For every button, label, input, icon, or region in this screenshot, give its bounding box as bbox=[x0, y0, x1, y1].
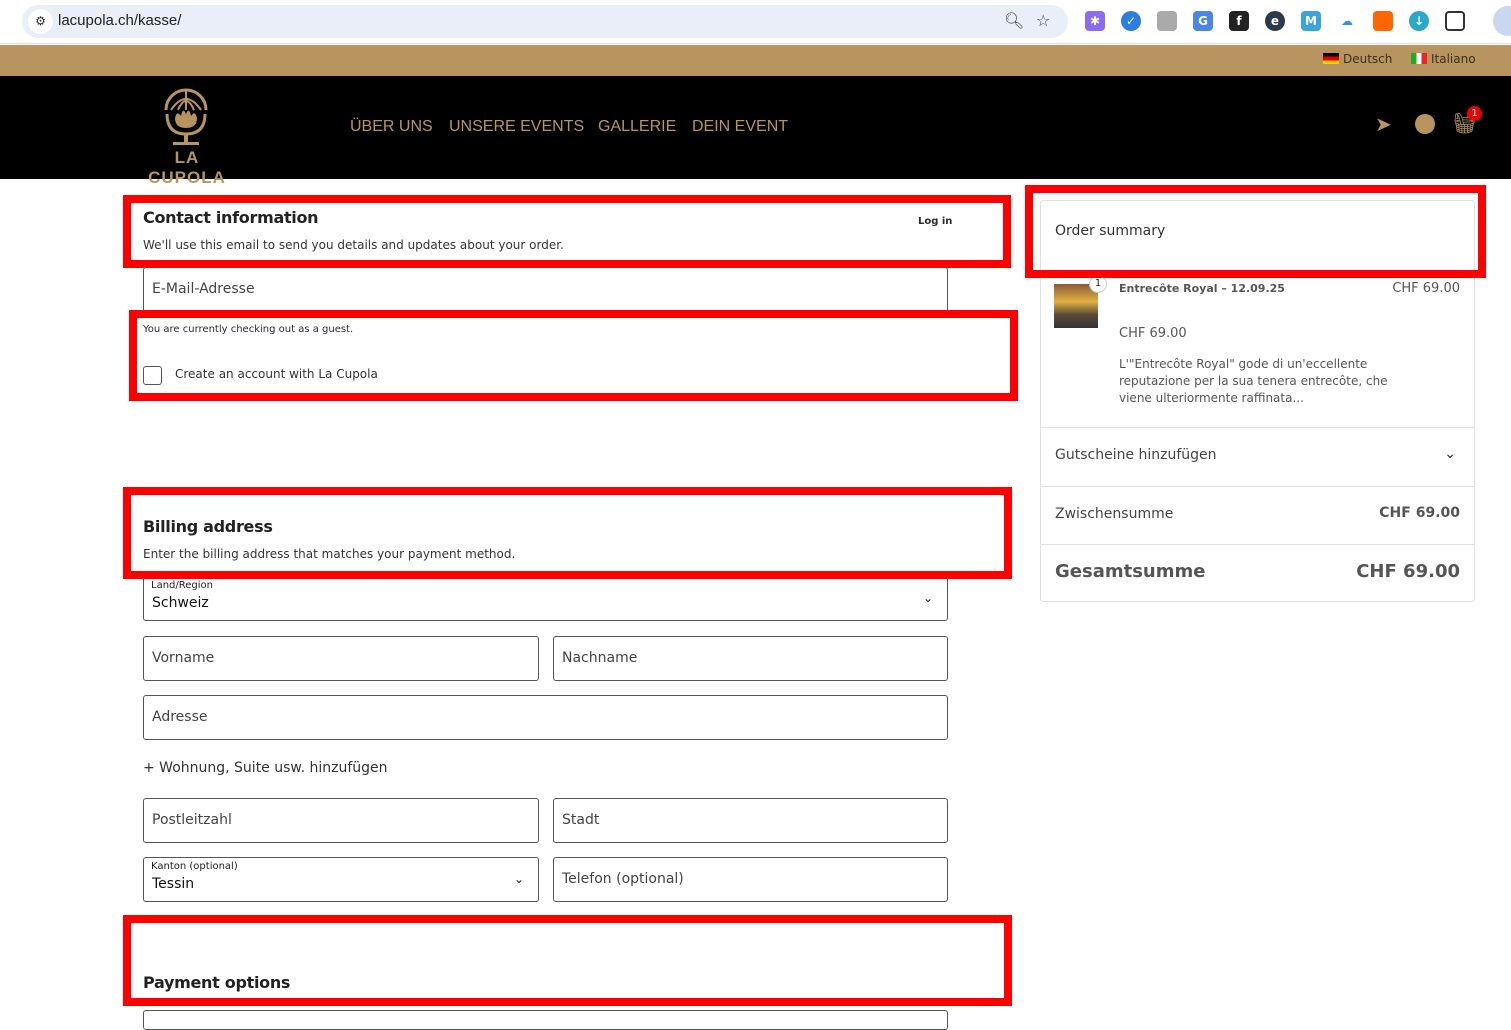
email-input[interactable]: E-Mail-Adresse bbox=[143, 267, 948, 312]
language-bar: Deutsch Italiano bbox=[0, 45, 1511, 76]
coupons-toggle[interactable]: Gutscheine hinzufügen ⌄ bbox=[1041, 427, 1474, 486]
address-input[interactable]: Adresse bbox=[143, 695, 948, 740]
cart-count-badge: 1 bbox=[1467, 106, 1482, 121]
chevron-down-icon: ⌄ bbox=[1444, 446, 1456, 462]
product-name: Entrecôte Royal – 12.09.25 bbox=[1119, 282, 1285, 295]
italian-flag-icon bbox=[1411, 53, 1427, 64]
main-header: LA CUPOLA ÜBER UNS UNSERE EVENTS GALLERI… bbox=[0, 76, 1511, 187]
site-settings-icon[interactable]: ⚙ bbox=[28, 9, 53, 34]
highlight-box bbox=[123, 195, 1011, 268]
paper-plane-icon[interactable]: ➤ bbox=[1375, 112, 1392, 136]
german-flag-icon bbox=[1323, 53, 1339, 64]
extension-icon[interactable]: M bbox=[1301, 11, 1321, 31]
canton-select[interactable]: Kanton (optional) Tessin ⌄ bbox=[143, 857, 539, 902]
chevron-down-icon: ⌄ bbox=[513, 872, 524, 886]
translate-extension-icon[interactable]: G bbox=[1193, 11, 1213, 31]
la-cupola-logo[interactable]: LA CUPOLA bbox=[140, 88, 232, 187]
extension-icon[interactable]: ✱ bbox=[1085, 11, 1105, 31]
subtotal-row: Zwischensumme CHF 69.00 bbox=[1041, 486, 1474, 544]
zoom-icon[interactable]: 🔍︎ bbox=[1004, 11, 1024, 30]
payment-method-box[interactable] bbox=[143, 1010, 948, 1030]
postcode-input[interactable]: Postleitzahl bbox=[143, 798, 539, 843]
total-row: Gesamtsumme CHF 69.00 bbox=[1041, 544, 1474, 602]
cloud-extension-icon[interactable]: ☁ bbox=[1337, 11, 1357, 31]
product-description: L'"Entrecôte Royal" gode di un'eccellent… bbox=[1119, 357, 1388, 405]
highlight-box bbox=[129, 310, 1018, 401]
highlight-box bbox=[1025, 185, 1486, 278]
add-apartment-link[interactable]: + Wohnung, Suite usw. hinzufügen bbox=[143, 760, 388, 776]
extension-icon[interactable] bbox=[1373, 11, 1393, 31]
extension-icon[interactable]: f bbox=[1229, 11, 1249, 31]
phone-input[interactable]: Telefon (optional) bbox=[553, 857, 948, 902]
download-extension-icon[interactable]: ↓ bbox=[1409, 11, 1429, 31]
last-name-input[interactable]: Nachname bbox=[553, 636, 948, 681]
microphone-flame-logo-icon bbox=[164, 88, 208, 145]
nav-gallerie[interactable]: GALLERIE bbox=[598, 118, 676, 136]
extension-icon[interactable]: ✓ bbox=[1121, 11, 1141, 31]
product-price: CHF 69.00 bbox=[1119, 326, 1187, 341]
highlight-box bbox=[123, 487, 1012, 579]
bookmark-star-icon[interactable]: ☆ bbox=[1036, 11, 1050, 30]
account-icon[interactable] bbox=[1415, 114, 1435, 134]
product-line-total: CHF 69.00 bbox=[1392, 281, 1460, 296]
extension-icon[interactable]: e bbox=[1265, 11, 1285, 31]
nav-unsere-events[interactable]: UNSERE EVENTS bbox=[449, 118, 584, 136]
city-input[interactable]: Stadt bbox=[553, 798, 948, 843]
profile-avatar[interactable] bbox=[1493, 6, 1511, 36]
highlight-box bbox=[123, 915, 1012, 1006]
language-italiano[interactable]: Italiano bbox=[1411, 52, 1476, 66]
language-deutsch[interactable]: Deutsch bbox=[1323, 52, 1392, 66]
extension-icon[interactable] bbox=[1157, 11, 1177, 31]
first-name-input[interactable]: Vorname bbox=[143, 636, 539, 681]
browser-toolbar: ⚙ lacupola.ch/kasse/ 🔍︎ ☆ ✱ ✓ G f e M ☁ … bbox=[0, 0, 1511, 44]
country-select[interactable]: Land/Region Schweiz ⌄ bbox=[143, 576, 948, 621]
nav-dein-event[interactable]: DEIN EVENT bbox=[692, 118, 788, 136]
url-text[interactable]: lacupola.ch/kasse/ bbox=[58, 12, 181, 29]
chevron-down-icon: ⌄ bbox=[922, 591, 933, 605]
extensions-puzzle-icon[interactable] bbox=[1445, 11, 1465, 31]
address-bar[interactable]: ⚙ lacupola.ch/kasse/ 🔍︎ ☆ bbox=[22, 5, 1068, 38]
nav-uber-uns[interactable]: ÜBER UNS bbox=[350, 118, 433, 136]
